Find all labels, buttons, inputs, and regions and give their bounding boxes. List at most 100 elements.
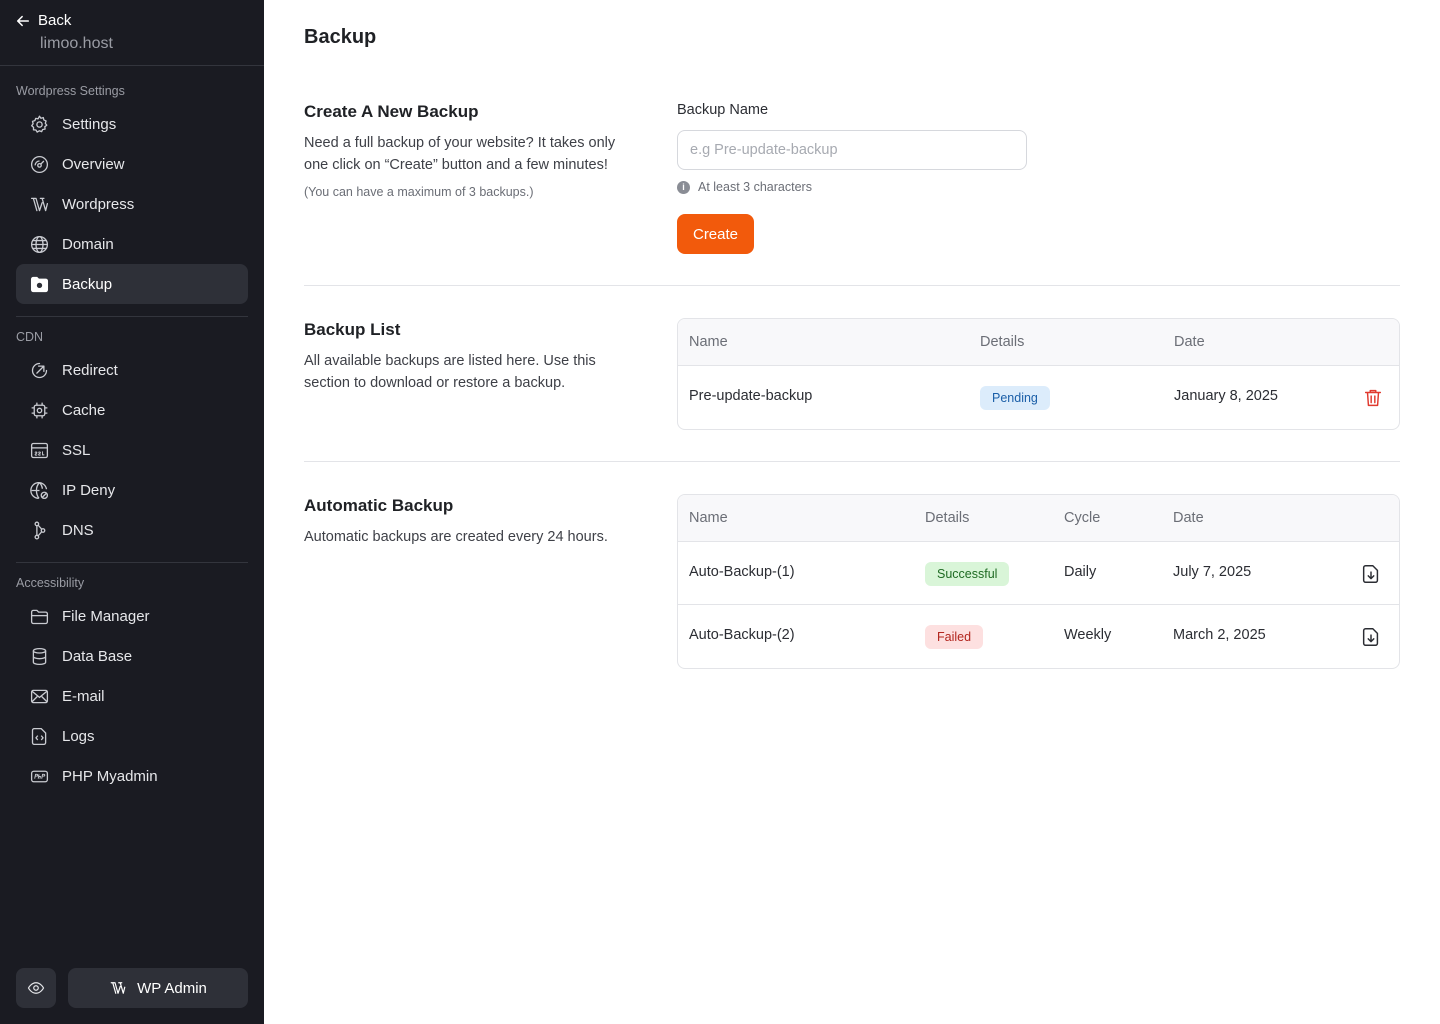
back-button[interactable]: Back [16,12,71,29]
sidebar-item-label: File Manager [62,607,150,625]
site-name: limoo.host [40,35,113,52]
sidebar-item-label: Cache [62,401,106,419]
table-row: Auto-Backup-(2) Failed Weekly March 2, 2… [678,605,1399,668]
backup-name: Auto-Backup-(1) [689,564,795,580]
download-file-icon[interactable] [1360,626,1382,648]
preview-button[interactable] [16,968,56,1008]
sidebar-item-ssl[interactable]: SSL [16,430,248,470]
column-header-date: Date [1174,334,1205,350]
sidebar-item-e-mail[interactable]: E-mail [16,676,248,716]
sidebar-item-label: IP Deny [62,481,116,499]
backup-list-description: All available backups are listed here. U… [304,353,596,391]
sidebar-item-dns[interactable]: DNS [16,510,248,550]
sidebar-item-label: Domain [62,235,114,253]
sidebar-item-label: Overview [62,155,125,173]
globe-icon [28,233,50,255]
backup-icon [28,273,50,295]
sidebar-item-label: DNS [62,521,94,539]
wordpress-icon [110,982,126,994]
backup-name-input[interactable] [677,130,1027,170]
trash-icon[interactable] [1362,387,1384,409]
sidebar-item-label: Redirect [62,361,118,379]
download-file-icon[interactable] [1360,563,1382,585]
dns-icon [28,519,50,541]
column-header-cycle: Cycle [1064,510,1101,526]
redirect-icon [28,359,50,381]
sidebar-item-label: SSL [62,441,91,459]
mail-icon [28,685,50,707]
sidebar-item-label: PHP Myadmin [62,767,158,785]
main-content: Backup Create A New Backup Need a full b… [264,0,1440,1024]
table-row: Auto-Backup-(1) Successful Daily July 7,… [678,542,1399,605]
backup-date: March 2, 2025 [1173,627,1266,643]
automatic-backup-table: Name Details Cycle Date Auto-Backup-(1) … [677,494,1400,669]
backup-list-table: Name Details Date Pre-update-backup Pend… [677,318,1400,430]
column-header-name: Name [689,510,728,526]
sidebar-item-label: Backup [62,275,113,293]
sidebar-item-redirect[interactable]: Redirect [16,350,248,390]
table-header: Name Details Cycle Date [678,495,1399,542]
sidebar-item-php-myadmin[interactable]: PHP Myadmin [16,756,248,796]
divider [0,65,264,66]
column-header-date: Date [1173,510,1204,526]
divider [304,461,1400,462]
sidebar-item-label: Data Base [62,647,133,665]
automatic-backup-description: Automatic backups are created every 24 h… [304,529,608,545]
divider [304,285,1400,286]
status-badge: Successful [925,562,1010,586]
backup-date: January 8, 2025 [1174,388,1278,404]
table-header: Name Details Date [678,319,1399,366]
backup-date: July 7, 2025 [1173,564,1252,580]
column-header-details: Details [925,510,970,526]
wordpress-icon [28,193,50,215]
hint-text: At least 3 characters [698,180,812,194]
status-badge: Failed [925,625,984,649]
sidebar-item-label: Wordpress [62,195,135,213]
status-badge: Pending [980,386,1050,410]
info-icon: i [677,180,690,194]
column-header-name: Name [689,334,728,350]
create-backup-title: Create A New Backup [304,102,479,121]
backup-limit-note: (You can have a maximum of 3 backups.) [304,185,534,199]
column-header-details: Details [980,334,1025,350]
backup-name-label: Backup Name [677,102,769,118]
backup-cycle: Daily [1064,564,1097,580]
section-label-cdn: CDN [16,330,44,344]
section-label-wordpress-settings: Wordpress Settings [16,84,125,98]
sidebar-item-label: Logs [62,727,95,745]
back-label: Back [38,12,72,29]
sidebar-item-ip-deny[interactable]: IP Deny [16,470,248,510]
section-label-accessibility: Accessibility [16,576,85,590]
sidebar-item-label: Settings [62,115,117,133]
sidebar-item-cache[interactable]: Cache [16,390,248,430]
ssl-icon [28,439,50,461]
wp-admin-label: WP Admin [137,979,207,997]
sidebar-item-file-manager[interactable]: File Manager [16,596,248,636]
backup-list-title: Backup List [304,320,401,339]
globe-deny-icon [28,479,50,501]
database-icon [28,645,50,667]
sidebar-item-domain[interactable]: Domain [16,224,248,264]
sidebar-item-label: E-mail [62,687,105,705]
sidebar-item-backup[interactable]: Backup [16,264,248,304]
backup-name: Pre-update-backup [689,388,813,404]
divider [16,316,248,317]
wp-admin-button[interactable]: WP Admin [68,968,248,1008]
table-row: Pre-update-backup Pending January 8, 202… [678,366,1399,429]
chip-icon [28,399,50,421]
sidebar-item-data-base[interactable]: Data Base [16,636,248,676]
backup-name: Auto-Backup-(2) [689,627,795,643]
code-file-icon [28,725,50,747]
php-icon [28,765,50,787]
create-button[interactable]: Create [677,214,754,254]
create-backup-description: Need a full backup of your website? It t… [304,135,616,173]
sidebar-item-logs[interactable]: Logs [16,716,248,756]
sidebar-item-settings[interactable]: Settings [16,104,248,144]
gear-icon [28,113,50,135]
sidebar: Back limoo.host Wordpress Settings Setti… [0,0,264,1024]
sidebar-item-overview[interactable]: Overview [16,144,248,184]
backup-name-hint: i At least 3 characters [677,180,812,194]
eye-icon [27,982,45,994]
sidebar-item-wordpress[interactable]: Wordpress [16,184,248,224]
arrow-left-icon [16,15,30,26]
